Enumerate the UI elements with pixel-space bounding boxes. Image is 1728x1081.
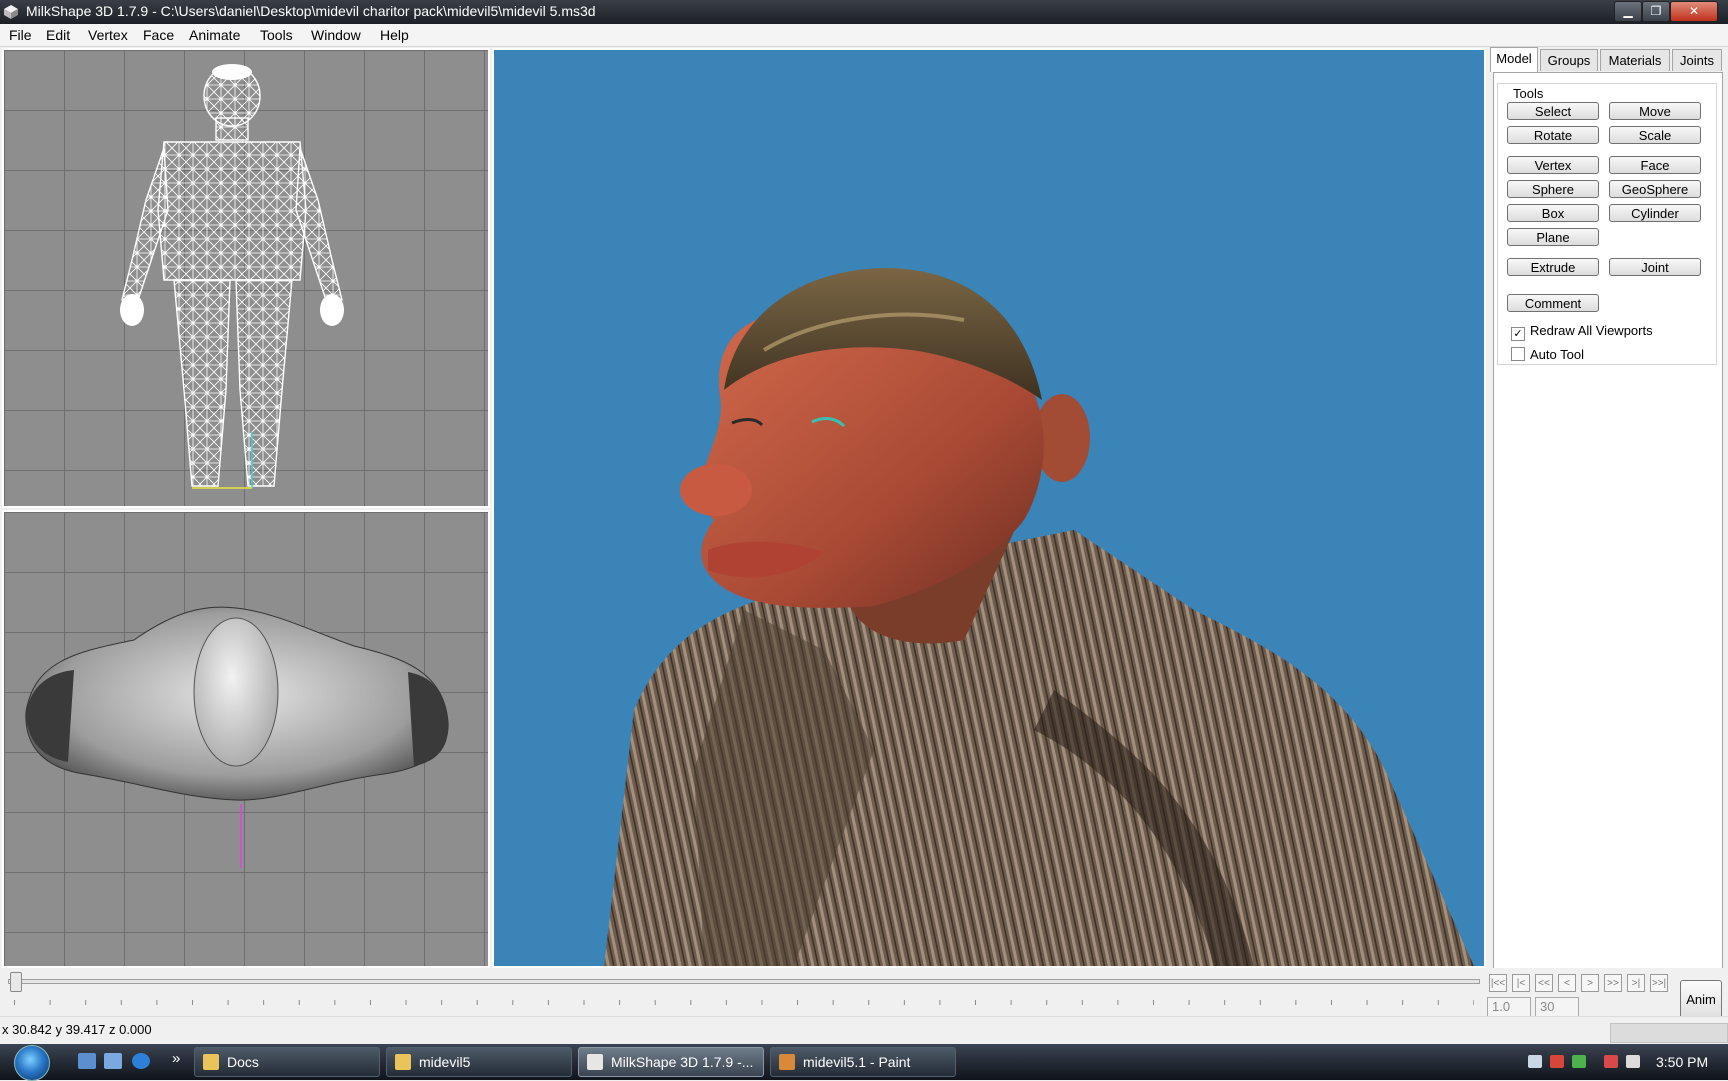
show-desktop-icon[interactable] [78,1053,96,1069]
taskbar-clock: 3:50 PM [1656,1054,1709,1070]
shaded-top-view-model [25,606,449,868]
close-button[interactable]: ✕ [1670,1,1718,22]
tray-monitor-icon[interactable] [1604,1055,1618,1068]
status-progress-area [1610,1023,1728,1043]
menu-vertex[interactable]: Vertex [88,27,128,43]
next-frame-button[interactable]: > [1581,974,1599,992]
menu-edit[interactable]: Edit [46,27,70,43]
tab-materials[interactable]: Materials [1600,49,1670,71]
folder-icon [395,1054,411,1070]
vertex-button[interactable]: Vertex [1507,156,1599,174]
prev-key-button[interactable]: |< [1512,974,1530,992]
internet-explorer-icon[interactable] [132,1053,150,1069]
paint-icon [779,1054,795,1070]
cylinder-button[interactable]: Cylinder [1609,204,1701,222]
move-button[interactable]: Move [1609,102,1701,120]
auto-tool-checkbox[interactable] [1511,347,1525,361]
last-frame-button[interactable]: >>| [1650,974,1668,992]
menu-window[interactable]: Window [311,27,361,43]
animation-timeline: |<< |< << < > >> >| >>| 1.0 30 Anim [0,968,1728,1020]
prev-frame-button[interactable]: < [1558,974,1576,992]
wireframe-model [120,64,344,489]
tool-panel: Model Groups Materials Joints Tools Sele… [1488,47,1728,974]
redraw-all-viewports-option[interactable]: ✓ Redraw All Viewports [1511,323,1653,341]
model-tab-panel: Tools Select Move Rotate Scale Vertex Fa… [1493,72,1723,974]
plane-button[interactable]: Plane [1507,228,1599,246]
textured-3d-model [604,268,1474,966]
menu-bar: File Edit Vertex Face Animate Tools Wind… [0,24,1728,47]
tools-group-label: Tools [1510,86,1547,101]
timeline-slider-thumb[interactable] [10,972,22,992]
timeline-slider-track[interactable] [8,979,1480,984]
tray-security-icon[interactable] [1572,1055,1586,1068]
menu-file[interactable]: File [9,27,32,43]
minimize-button[interactable]: ▁ [1614,1,1642,22]
viewport-top[interactable] [2,510,490,968]
auto-tool-option[interactable]: Auto Tool [1511,347,1584,362]
total-frames-field[interactable]: 30 [1535,997,1579,1017]
menu-tools[interactable]: Tools [260,27,293,43]
cursor-coordinates: x 30.842 y 39.417 z 0.000 [2,1022,152,1037]
redraw-all-viewports-label: Redraw All Viewports [1530,323,1653,338]
joint-button[interactable]: Joint [1609,258,1701,276]
viewport-3d[interactable] [492,48,1486,968]
taskbar-item-midevil5[interactable]: midevil5 [386,1047,572,1077]
milkshape-icon [587,1054,603,1070]
anim-button[interactable]: Anim [1680,980,1722,1020]
first-frame-button[interactable]: |<< [1489,974,1507,992]
start-button[interactable] [14,1045,50,1081]
face-button[interactable]: Face [1609,156,1701,174]
taskbar-item-docs[interactable]: Docs [194,1047,380,1077]
redraw-all-viewports-checkbox[interactable]: ✓ [1511,327,1525,341]
tray-network-icon[interactable] [1528,1055,1542,1068]
taskbar: » Docs midevil5 MilkShape 3D 1.7.9 -... … [0,1044,1728,1081]
menu-help[interactable]: Help [380,27,409,43]
geosphere-button[interactable]: GeoSphere [1609,180,1701,198]
auto-tool-label: Auto Tool [1530,347,1584,362]
quick-launch-overflow-icon[interactable]: » [172,1050,180,1067]
milkshape-app-icon [4,5,18,19]
rewind-button[interactable]: << [1535,974,1553,992]
tab-model[interactable]: Model [1490,47,1538,72]
rotate-button[interactable]: Rotate [1507,126,1599,144]
extrude-button[interactable]: Extrude [1507,258,1599,276]
folder-icon [203,1054,219,1070]
maximize-button[interactable]: ❐ [1642,1,1670,22]
taskbar-item-milkshape[interactable]: MilkShape 3D 1.7.9 -... [578,1047,764,1077]
sphere-button[interactable]: Sphere [1507,180,1599,198]
timeline-ticks [14,1000,1474,1005]
tray-volume-icon[interactable] [1626,1055,1640,1068]
comment-button[interactable]: Comment [1507,294,1599,312]
menu-animate[interactable]: Animate [189,27,240,43]
switch-windows-icon[interactable] [104,1053,122,1069]
title-bar: MilkShape 3D 1.7.9 - C:\Users\daniel\Des… [0,0,1728,24]
window-title: MilkShape 3D 1.7.9 - C:\Users\daniel\Des… [26,3,596,19]
tray-alert-icon[interactable] [1550,1055,1564,1068]
menu-face[interactable]: Face [143,27,174,43]
tab-groups[interactable]: Groups [1540,49,1598,71]
taskbar-item-paint[interactable]: midevil5.1 - Paint [770,1047,956,1077]
box-button[interactable]: Box [1507,204,1599,222]
viewport-front[interactable] [2,48,490,508]
forward-button[interactable]: >> [1604,974,1622,992]
select-button[interactable]: Select [1507,102,1599,120]
status-bar: x 30.842 y 39.417 z 0.000 [0,1016,1728,1045]
current-frame-field[interactable]: 1.0 [1487,997,1531,1017]
next-key-button[interactable]: >| [1627,974,1645,992]
scale-button[interactable]: Scale [1609,126,1701,144]
tab-joints[interactable]: Joints [1672,49,1722,71]
